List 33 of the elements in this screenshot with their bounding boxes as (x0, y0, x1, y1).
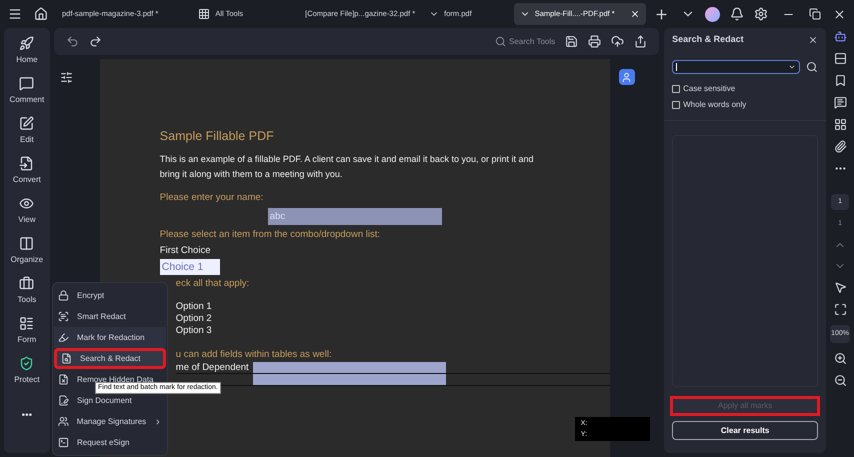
nav-item[interactable]: Form (4, 314, 49, 348)
nav-item[interactable]: Home (4, 34, 49, 68)
nav-item[interactable]: Protect (4, 354, 49, 388)
field-label: eck all that apply: (176, 276, 250, 290)
nav-item[interactable]: View (4, 194, 49, 228)
table-cell-text: me of Dependent (176, 362, 250, 373)
menu-item[interactable]: Smart Redact (54, 306, 166, 327)
more-button[interactable]: ••• (22, 408, 32, 423)
nav-item[interactable]: Tools (4, 274, 49, 308)
nav-item[interactable]: Organize (4, 234, 49, 268)
checkbox-label: Whole words only (683, 99, 746, 111)
combo-caption: First Choice (160, 244, 210, 258)
clear-results-button[interactable]: Clear results (672, 421, 818, 440)
panel-title: Search & Redact (672, 33, 744, 46)
menu-item[interactable]: Request eSign (54, 432, 166, 453)
checkbox-option-label: Option 1 (176, 300, 212, 313)
menu-item[interactable]: Search & Redact (54, 348, 166, 369)
nav-item[interactable]: Comment (4, 74, 49, 108)
checkbox-option-label: Option 3 (176, 324, 212, 337)
field-label: Please enter your name: (160, 190, 264, 205)
field-label: Please select an item from the combo/dropdown list: (160, 228, 380, 242)
intro-paragraph: This is an example of a fillable PDF. A client can save it and email it back to you, or print it and bring it along with them to a meeting with you. (160, 152, 534, 181)
menu-item[interactable]: Mark for Redaction (54, 327, 166, 348)
search-tools-field[interactable]: Search Tools (495, 36, 556, 48)
checkbox-option-label: Option 2 (176, 312, 212, 325)
menu-item[interactable]: Encrypt (54, 285, 166, 306)
document-title: Sample Fillable PDF (160, 128, 274, 145)
checkbox-label: Case sensitive (683, 83, 736, 95)
nav-item[interactable]: Convert (4, 154, 49, 188)
menu-item[interactable]: Manage Signatures (54, 411, 166, 432)
field-label: u can add fields within tables as well: (176, 348, 332, 362)
nav-item[interactable]: Edit (4, 114, 49, 148)
combo-field[interactable]: Choice 1 (160, 258, 220, 274)
